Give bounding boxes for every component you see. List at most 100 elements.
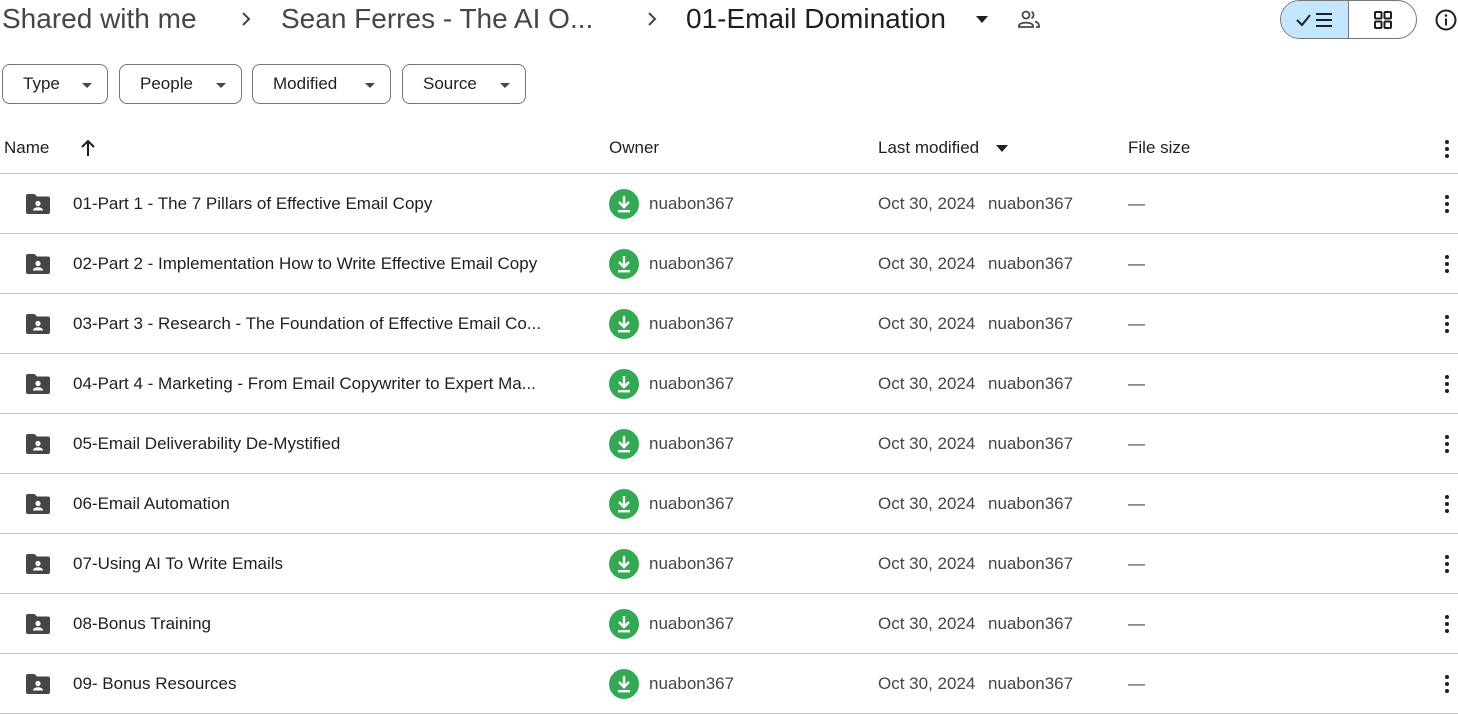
more-vert-icon[interactable] — [1437, 193, 1457, 215]
owner-avatar — [609, 609, 639, 639]
header: Shared with me Sean Ferres - The AI O...… — [0, 0, 1458, 40]
owner-name: nuabon367 — [649, 554, 735, 573]
file-name[interactable]: 08-Bonus Training — [73, 612, 583, 636]
chevron-right-icon — [648, 12, 657, 26]
filter-source-button[interactable]: Source — [402, 64, 526, 104]
arrow-drop-down-icon — [365, 83, 375, 88]
more-vert-icon[interactable] — [1437, 493, 1457, 515]
download-icon — [618, 496, 630, 513]
file-name[interactable]: 07-Using AI To Write Emails — [73, 552, 583, 576]
table-row[interactable]: 01-Part 1 - The 7 Pillars of Effective E… — [0, 174, 1458, 234]
last-modified-by: nuabon367 — [988, 194, 1074, 213]
arrow-drop-down-icon[interactable] — [972, 12, 992, 26]
more-vert-icon[interactable] — [1437, 253, 1457, 275]
owner-avatar — [609, 369, 639, 399]
owner-avatar — [609, 249, 639, 279]
filter-people-button[interactable]: People — [119, 64, 242, 104]
owner-name: nuabon367 — [649, 434, 735, 453]
shared-folder-icon — [26, 374, 50, 394]
file-name[interactable]: 04-Part 4 - Marketing - From Email Copyw… — [73, 372, 583, 396]
list-view-button[interactable] — [1281, 1, 1349, 38]
breadcrumb-item-parent-folder[interactable]: Sean Ferres - The AI O... — [281, 1, 607, 37]
file-size: — — [1128, 374, 1145, 393]
file-name[interactable]: 05-Email Deliverability De-Mystified — [73, 432, 583, 456]
arrow-upward-icon[interactable] — [78, 137, 98, 159]
download-icon — [618, 196, 630, 213]
shared-folder-icon — [26, 554, 50, 574]
grid-view-button[interactable] — [1349, 1, 1416, 38]
file-size: — — [1128, 434, 1145, 453]
owner-name: nuabon367 — [649, 614, 735, 633]
filter-label: People — [140, 74, 193, 93]
download-icon — [618, 556, 630, 573]
last-modified-date: Oct 30, 2024 — [878, 434, 976, 453]
more-vert-icon[interactable] — [1437, 553, 1457, 575]
file-list: 01-Part 1 - The 7 Pillars of Effective E… — [0, 174, 1458, 714]
column-header-last-modified[interactable]: Last modified — [878, 136, 979, 160]
column-header-owner[interactable]: Owner — [609, 136, 659, 160]
chevron-right-icon — [242, 12, 251, 26]
file-size: — — [1128, 314, 1145, 333]
more-vert-icon[interactable] — [1437, 313, 1457, 335]
file-name[interactable]: 06-Email Automation — [73, 492, 583, 516]
column-header-file-size[interactable]: File size — [1128, 136, 1190, 160]
filter-modified-button[interactable]: Modified — [252, 64, 391, 104]
more-vert-icon[interactable] — [1437, 373, 1457, 395]
info-icon[interactable] — [1434, 8, 1458, 32]
table-row[interactable]: 03-Part 3 - Research - The Foundation of… — [0, 294, 1458, 354]
more-vert-icon[interactable] — [1437, 138, 1457, 160]
grid-icon — [1373, 10, 1392, 29]
shared-folder-icon — [26, 674, 50, 694]
file-name[interactable]: 03-Part 3 - Research - The Foundation of… — [73, 312, 583, 336]
check-list-icon — [1295, 12, 1332, 27]
more-vert-icon[interactable] — [1437, 433, 1457, 455]
arrow-drop-down-icon — [500, 83, 510, 88]
owner-avatar — [609, 669, 639, 699]
owner-avatar — [609, 549, 639, 579]
table-row[interactable]: 06-Email Automation nuabon367 Oct 30, 20… — [0, 474, 1458, 534]
last-modified-by: nuabon367 — [988, 254, 1074, 273]
owner-name: nuabon367 — [649, 314, 735, 333]
more-vert-icon[interactable] — [1437, 673, 1457, 695]
last-modified-by: nuabon367 — [988, 554, 1074, 573]
filter-label: Type — [23, 74, 60, 93]
table-row[interactable]: 07-Using AI To Write Emails nuabon367 Oc… — [0, 534, 1458, 594]
owner-name: nuabon367 — [649, 374, 735, 393]
download-icon — [618, 676, 630, 693]
breadcrumb-item-shared-with-me[interactable]: Shared with me — [2, 1, 197, 37]
last-modified-by: nuabon367 — [988, 674, 1074, 693]
shared-folder-icon — [26, 254, 50, 274]
file-name[interactable]: 09- Bonus Resources — [73, 672, 583, 696]
table-row[interactable]: 02-Part 2 - Implementation How to Write … — [0, 234, 1458, 294]
arrow-drop-down-icon[interactable] — [995, 143, 1009, 153]
last-modified-date: Oct 30, 2024 — [878, 614, 976, 633]
owner-avatar — [609, 189, 639, 219]
download-icon — [618, 256, 630, 273]
more-vert-icon[interactable] — [1437, 613, 1457, 635]
file-name[interactable]: 02-Part 2 - Implementation How to Write … — [73, 252, 583, 276]
filter-label: Modified — [273, 74, 338, 93]
table-row[interactable]: 05-Email Deliverability De-Mystified nua… — [0, 414, 1458, 474]
last-modified-date: Oct 30, 2024 — [878, 254, 976, 273]
shared-folder-icon — [26, 434, 50, 454]
owner-avatar — [609, 429, 639, 459]
owner-name: nuabon367 — [649, 254, 735, 273]
arrow-drop-down-icon — [216, 83, 226, 88]
shared-folder-icon — [26, 314, 50, 334]
breadcrumb-item-current-folder[interactable]: 01-Email Domination — [686, 1, 946, 37]
last-modified-date: Oct 30, 2024 — [878, 194, 976, 213]
file-name[interactable]: 01-Part 1 - The 7 Pillars of Effective E… — [73, 192, 583, 216]
last-modified-date: Oct 30, 2024 — [878, 314, 976, 333]
download-icon — [618, 316, 630, 333]
table-row[interactable]: 04-Part 4 - Marketing - From Email Copyw… — [0, 354, 1458, 414]
table-row[interactable]: 08-Bonus Training nuabon367 Oct 30, 2024… — [0, 594, 1458, 654]
people-icon — [1018, 10, 1040, 28]
last-modified-date: Oct 30, 2024 — [878, 674, 976, 693]
download-icon — [618, 436, 630, 453]
owner-avatar — [609, 309, 639, 339]
owner-name: nuabon367 — [649, 674, 735, 693]
filter-type-button[interactable]: Type — [2, 64, 108, 104]
column-header-name[interactable]: Name — [4, 136, 49, 160]
last-modified-date: Oct 30, 2024 — [878, 494, 976, 513]
table-row[interactable]: 09- Bonus Resources nuabon367 Oct 30, 20… — [0, 654, 1458, 714]
